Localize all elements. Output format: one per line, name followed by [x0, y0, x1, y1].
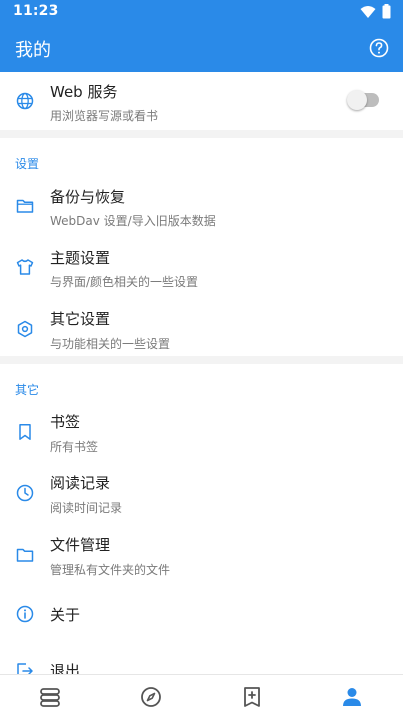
- bottom-nav: [0, 674, 403, 718]
- nav-bookshelf-icon[interactable]: [38, 685, 62, 709]
- globe-icon: [16, 92, 34, 110]
- exit-icon: [17, 663, 33, 674]
- status-bar: 11:23: [0, 0, 403, 24]
- section-header-other: 其它: [0, 364, 403, 397]
- row-subtitle: 阅读时间记录: [50, 501, 123, 515]
- exit-row[interactable]: 退出: [0, 638, 403, 674]
- row-title: 备份与恢复: [50, 188, 126, 206]
- status-icons: [360, 4, 391, 19]
- theme-settings-row[interactable]: 主题设置 与界面/颜色相关的一些设置: [0, 232, 403, 294]
- web-service-toggle[interactable]: [347, 90, 379, 110]
- reading-history-row[interactable]: 阅读记录 阅读时间记录: [0, 458, 403, 520]
- row-subtitle: 管理私有文件夹的文件: [50, 563, 171, 577]
- row-title: 其它设置: [50, 310, 111, 328]
- row-subtitle: 所有书签: [50, 440, 99, 454]
- row-subtitle: 与功能相关的一些设置: [50, 337, 171, 351]
- tshirt-icon: [16, 259, 34, 275]
- row-title: 阅读记录: [50, 474, 111, 492]
- row-title: 关于: [50, 606, 81, 624]
- row-title: 文件管理: [50, 536, 111, 554]
- status-time: 11:23: [13, 3, 59, 19]
- section-divider: [0, 130, 403, 138]
- row-subtitle: 与界面/颜色相关的一些设置: [50, 275, 199, 289]
- app-bar: 我的: [0, 24, 403, 72]
- bookmark-icon: [19, 424, 31, 440]
- other-settings-row[interactable]: 其它设置 与功能相关的一些设置: [0, 294, 403, 356]
- clock-icon: [16, 484, 34, 502]
- row-title: 退出: [50, 662, 81, 674]
- wifi-icon: [360, 5, 376, 18]
- web-service-subtitle: 用浏览器写源或看书: [50, 109, 159, 123]
- web-service-row[interactable]: Web 服务 用浏览器写源或看书: [0, 72, 403, 130]
- page-title: 我的: [15, 40, 51, 61]
- web-service-title: Web 服务: [50, 83, 118, 101]
- info-icon: [16, 605, 34, 623]
- row-title: 书签: [50, 413, 81, 431]
- gear-icon: [17, 320, 33, 338]
- settings-list: Web 服务 用浏览器写源或看书 设置 备份与恢复 WebDav 设置/导入旧版…: [0, 72, 403, 674]
- file-manager-row[interactable]: 文件管理 管理私有文件夹的文件: [0, 520, 403, 582]
- toggle-knob: [347, 90, 367, 110]
- battery-icon: [382, 4, 391, 19]
- nav-rss-icon[interactable]: [240, 685, 264, 709]
- folder-icon: [16, 199, 34, 213]
- section-header-settings: 设置: [0, 138, 403, 171]
- backup-restore-row[interactable]: 备份与恢复 WebDav 设置/导入旧版本数据: [0, 170, 403, 232]
- about-row[interactable]: 关于: [0, 582, 403, 638]
- nav-my-icon[interactable]: [340, 685, 364, 709]
- bookmarks-row[interactable]: 书签 所有书签: [0, 396, 403, 458]
- folder-icon: [16, 548, 34, 562]
- row-subtitle: WebDav 设置/导入旧版本数据: [50, 214, 216, 228]
- help-icon[interactable]: [367, 36, 391, 60]
- nav-explore-icon[interactable]: [139, 685, 163, 709]
- row-title: 主题设置: [50, 249, 111, 267]
- section-divider: [0, 356, 403, 364]
